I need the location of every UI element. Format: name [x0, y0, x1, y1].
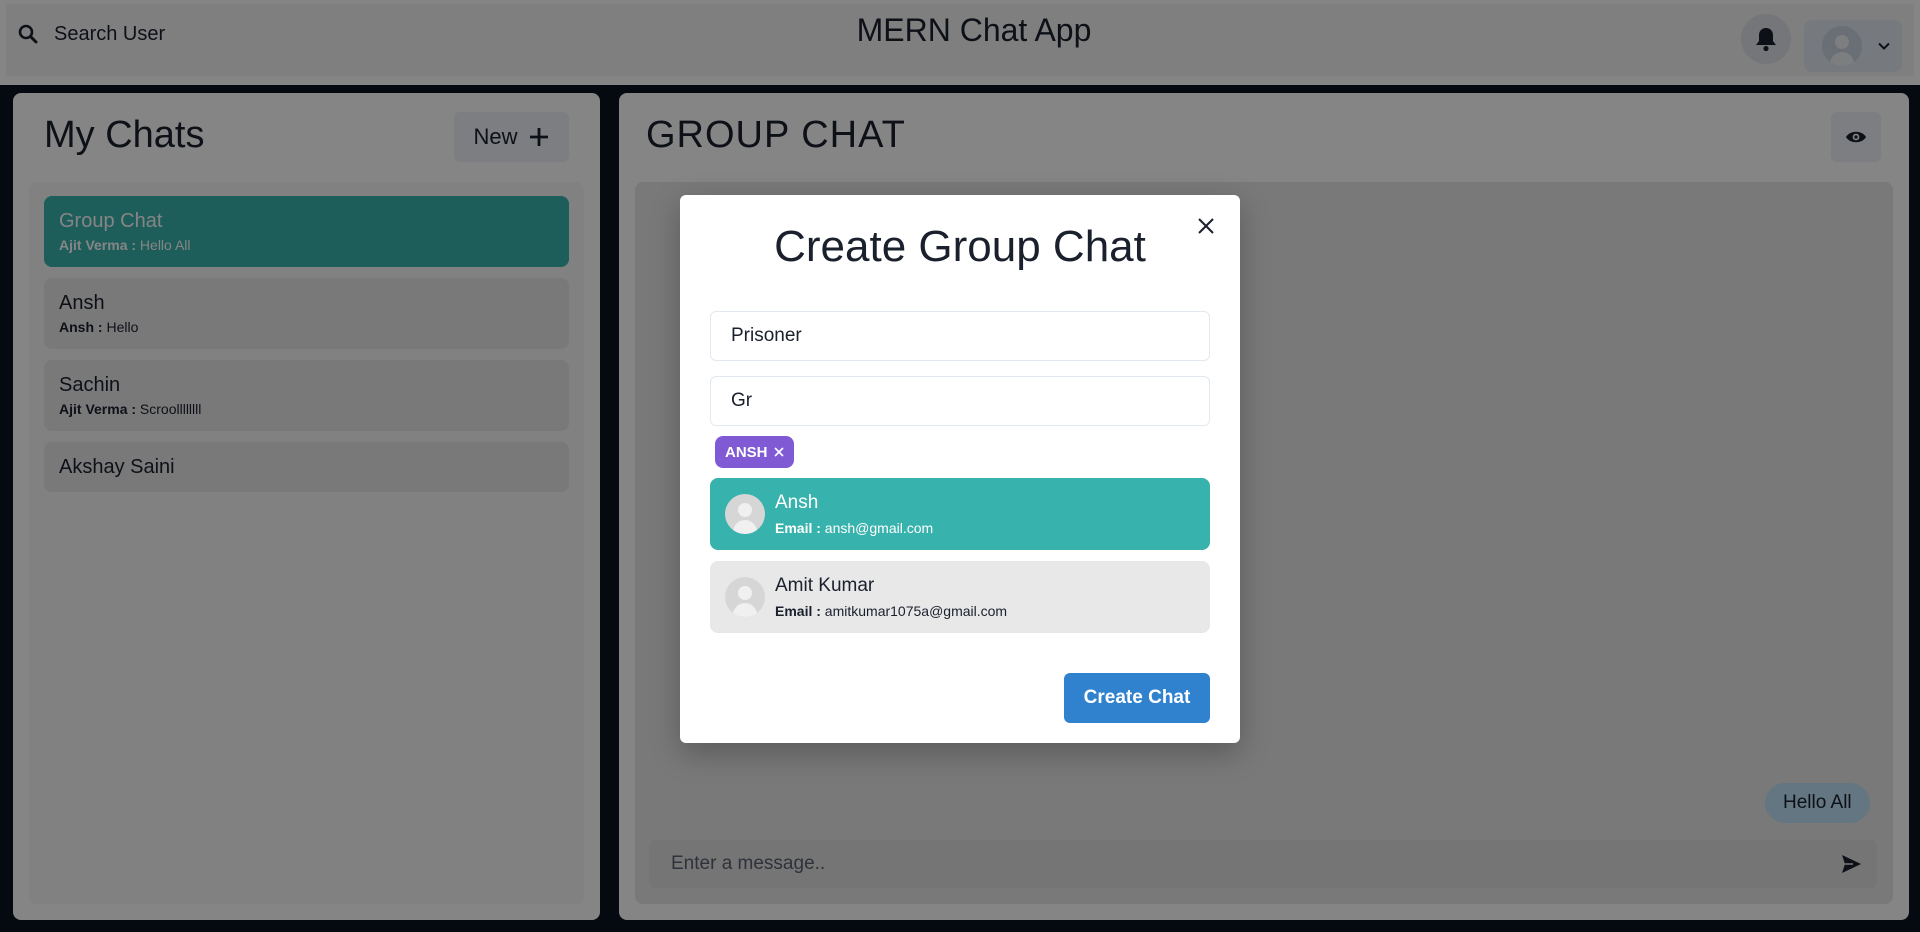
email-label: Email : [775, 520, 821, 536]
create-group-chat-modal [680, 195, 1240, 743]
user-result-name: Ansh [775, 492, 819, 513]
user-search-input[interactable] [710, 376, 1210, 426]
user-result-email: ansh@gmail.com [824, 520, 934, 536]
selected-user-badge-label: ANSH [725, 443, 768, 461]
user-result-email-line: Email : ansh@gmail.com [775, 520, 933, 536]
user-result-email-line: Email : amitkumar1075a@gmail.com [775, 603, 1007, 619]
close-icon [773, 447, 784, 457]
email-label: Email : [775, 603, 821, 619]
user-result-text: Amit Kumar Email : amitkumar1075a@gmail.… [775, 575, 1007, 619]
create-chat-button[interactable]: Create Chat [1064, 673, 1210, 723]
modal-title: Create Group Chat [774, 222, 1146, 271]
user-result-email: amitkumar1075a@gmail.com [824, 603, 1008, 619]
user-result-ansh[interactable]: Ansh Email : ansh@gmail.com [710, 478, 1210, 550]
remove-user-button[interactable] [773, 447, 784, 457]
avatar [725, 577, 765, 617]
avatar [725, 494, 765, 534]
chat-name-input[interactable] [710, 311, 1210, 361]
selected-user-badge: ANSH [715, 436, 794, 468]
modal-close-button[interactable] [1190, 210, 1222, 242]
user-result-amit-kumar[interactable]: Amit Kumar Email : amitkumar1075a@gmail.… [710, 561, 1210, 633]
user-result-name: Amit Kumar [775, 575, 875, 596]
user-result-text: Ansh Email : ansh@gmail.com [775, 492, 933, 536]
close-icon [1198, 218, 1214, 234]
